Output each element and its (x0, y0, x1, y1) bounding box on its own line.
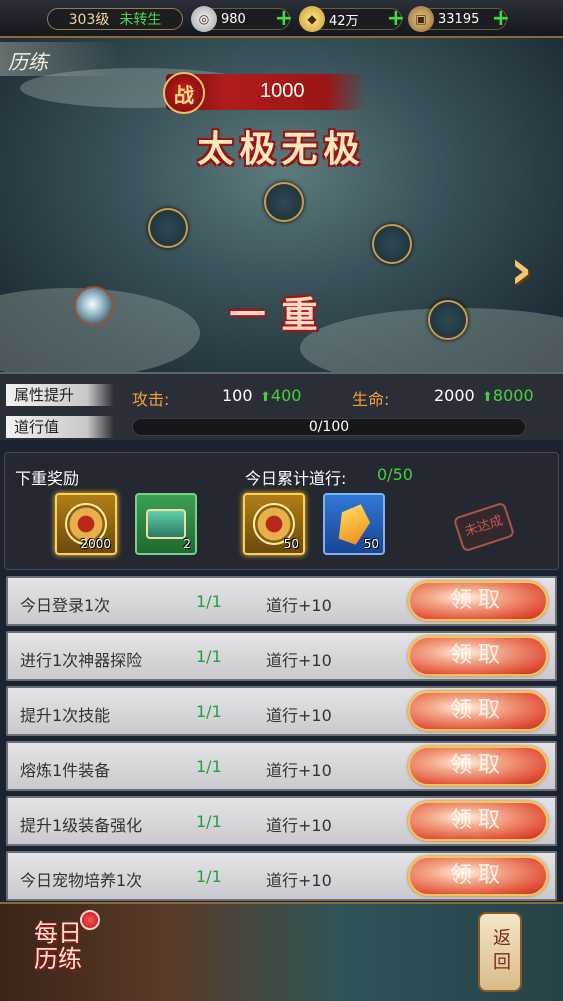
resource-copper-value: 33195 (438, 11, 480, 27)
claim-button[interactable]: 领取 (408, 691, 548, 731)
today-item-gem[interactable]: 50 (323, 493, 385, 555)
attack-value: 100 (222, 386, 253, 405)
task-progress: 1/1 (196, 867, 222, 886)
layer-title: 一重 (229, 294, 334, 336)
resource-gold: ◆ 42万 + (299, 6, 405, 32)
task-progress: 1/1 (196, 647, 222, 666)
claim-button[interactable]: 领取 (408, 856, 548, 896)
back-button[interactable]: 返回 (478, 912, 522, 992)
not-achieved-stamp: 未达成 (452, 501, 516, 553)
item-count: 2 (183, 537, 191, 551)
task-reward: 道行+10 (266, 761, 332, 780)
task-progress: 1/1 (196, 812, 222, 831)
chest-icon (146, 509, 186, 539)
task-name: 熔炼1件装备 (20, 761, 111, 780)
claim-button[interactable]: 领取 (408, 801, 548, 841)
realm-title: 太极无极 (197, 128, 366, 170)
hp-increase-value: 8000 (492, 386, 534, 405)
dao-progress-text: 0/100 (308, 419, 350, 435)
task-name: 今日登录1次 (20, 596, 111, 615)
item-count: 50 (283, 537, 299, 551)
player-level: 303级 (68, 12, 110, 28)
bottom-bar: 每日 历练 返回 (0, 902, 563, 1001)
hp-value: 2000 (434, 386, 475, 405)
rebirth-status: 未转生 (119, 12, 162, 28)
task-reward: 道行+10 (266, 596, 332, 615)
task-progress: 1/1 (196, 702, 222, 721)
resource-copper: ▣ 33195 + (408, 6, 510, 32)
attribute-panel: 属性提升 道行值 攻击: 100 ⬆400 生命: 2000 ⬆8000 0/1… (0, 372, 563, 440)
stage-node[interactable] (148, 208, 188, 248)
add-silver-button[interactable]: + (275, 8, 293, 30)
attack-label: 攻击: (132, 390, 170, 409)
task-reward: 道行+10 (266, 816, 332, 835)
silver-coin-icon: ◎ (191, 6, 217, 32)
dao-value-tag: 道行值 (6, 416, 114, 438)
attack-increase: ⬆400 (260, 386, 301, 405)
level-pill: 303级 未转生 (47, 8, 183, 30)
reward-item-chest[interactable]: 2 (135, 493, 197, 555)
task-progress: 1/1 (196, 592, 222, 611)
add-gold-button[interactable]: + (387, 8, 405, 30)
claim-button[interactable]: 领取 (408, 746, 548, 786)
next-reward-label: 下重奖励 (15, 469, 80, 488)
task-name: 提升1级装备强化 (20, 816, 143, 835)
reward-panel: 下重奖励 今日累计道行: 0/50 2000 2 50 50 未达成 (4, 452, 559, 570)
task-name: 进行1次神器探险 (20, 651, 143, 670)
notification-dot (80, 910, 100, 930)
task-row: 今日登录1次 1/1 道行+10 领取 (6, 576, 557, 626)
task-reward: 道行+10 (266, 706, 332, 725)
power-badge: 战 (163, 72, 205, 114)
dao-progress-bar: 0/100 (132, 418, 526, 436)
task-row: 熔炼1件装备 1/1 道行+10 领取 (6, 741, 557, 791)
up-arrow-icon: ⬆ (482, 390, 493, 405)
claim-button[interactable]: 领取 (408, 581, 548, 621)
page-title: 历练 (8, 50, 48, 74)
task-reward: 道行+10 (266, 651, 332, 670)
resource-gold-value: 42万 (329, 13, 359, 29)
attr-upgrade-tag: 属性提升 (6, 384, 114, 406)
reward-item-medal[interactable]: 2000 (55, 493, 117, 555)
task-progress: 1/1 (196, 757, 222, 776)
copper-coin-icon: ▣ (408, 6, 434, 32)
task-row: 今日宠物培养1次 1/1 道行+10 领取 (6, 851, 557, 901)
trial-scene: 历练 战 1000 太极无极 一重 › (0, 38, 563, 372)
item-count: 2000 (80, 537, 111, 551)
item-count: 50 (363, 537, 379, 551)
up-arrow-icon: ⬆ (260, 390, 271, 405)
task-row: 提升1次技能 1/1 道行+10 领取 (6, 686, 557, 736)
resource-silver-value: 980 (221, 11, 246, 27)
claim-button[interactable]: 领取 (408, 636, 548, 676)
today-dao-value: 0/50 (377, 465, 413, 484)
task-name: 提升1次技能 (20, 706, 111, 725)
resource-bar: 303级 未转生 ◎ 980 + ◆ 42万 + ▣ 33195 + (0, 0, 563, 38)
stage-node[interactable] (264, 182, 304, 222)
today-dao-label: 今日累计道行: (245, 469, 347, 488)
task-name: 今日宠物培养1次 (20, 871, 143, 890)
next-realm-arrow-icon[interactable]: › (510, 243, 550, 301)
today-item-medal[interactable]: 50 (243, 493, 305, 555)
gold-ingot-icon: ◆ (299, 6, 325, 32)
stage-node[interactable] (372, 224, 412, 264)
power-value: 1000 (260, 80, 305, 102)
add-copper-button[interactable]: + (492, 8, 510, 30)
task-row: 进行1次神器探险 1/1 道行+10 领取 (6, 631, 557, 681)
hp-increase: ⬆8000 (482, 386, 534, 405)
task-row: 提升1级装备强化 1/1 道行+10 领取 (6, 796, 557, 846)
task-reward: 道行+10 (266, 871, 332, 890)
attack-increase-value: 400 (270, 386, 302, 405)
hp-label: 生命: (352, 390, 390, 409)
daily-label-line2: 历练 (34, 945, 82, 973)
resource-silver: ◎ 980 + (191, 6, 293, 32)
